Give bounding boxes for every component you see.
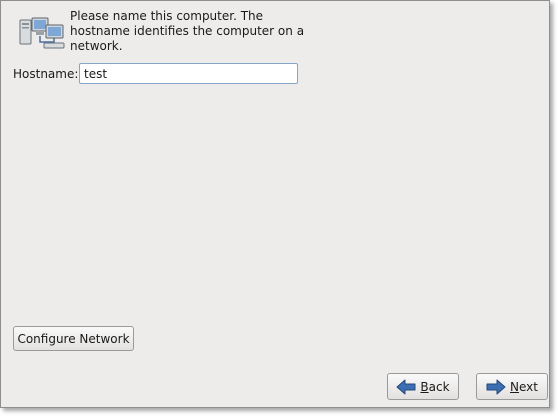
arrow-left-icon — [396, 379, 416, 394]
back-button[interactable]: Back — [387, 373, 459, 400]
next-label: Next — [510, 379, 538, 394]
back-label: Back — [420, 379, 450, 394]
network-computers-icon — [19, 17, 65, 49]
hostname-label: Hostname: — [13, 67, 79, 81]
next-button[interactable]: Next — [476, 373, 548, 400]
configure-network-button[interactable]: Configure Network — [13, 326, 134, 351]
configure-network-label: Configure Network — [17, 331, 130, 346]
installer-window: Please name this computer. The hostname … — [0, 0, 550, 408]
intro-description: Please name this computer. The hostname … — [70, 9, 305, 53]
arrow-right-icon — [486, 379, 506, 394]
hostname-input[interactable] — [79, 63, 298, 84]
